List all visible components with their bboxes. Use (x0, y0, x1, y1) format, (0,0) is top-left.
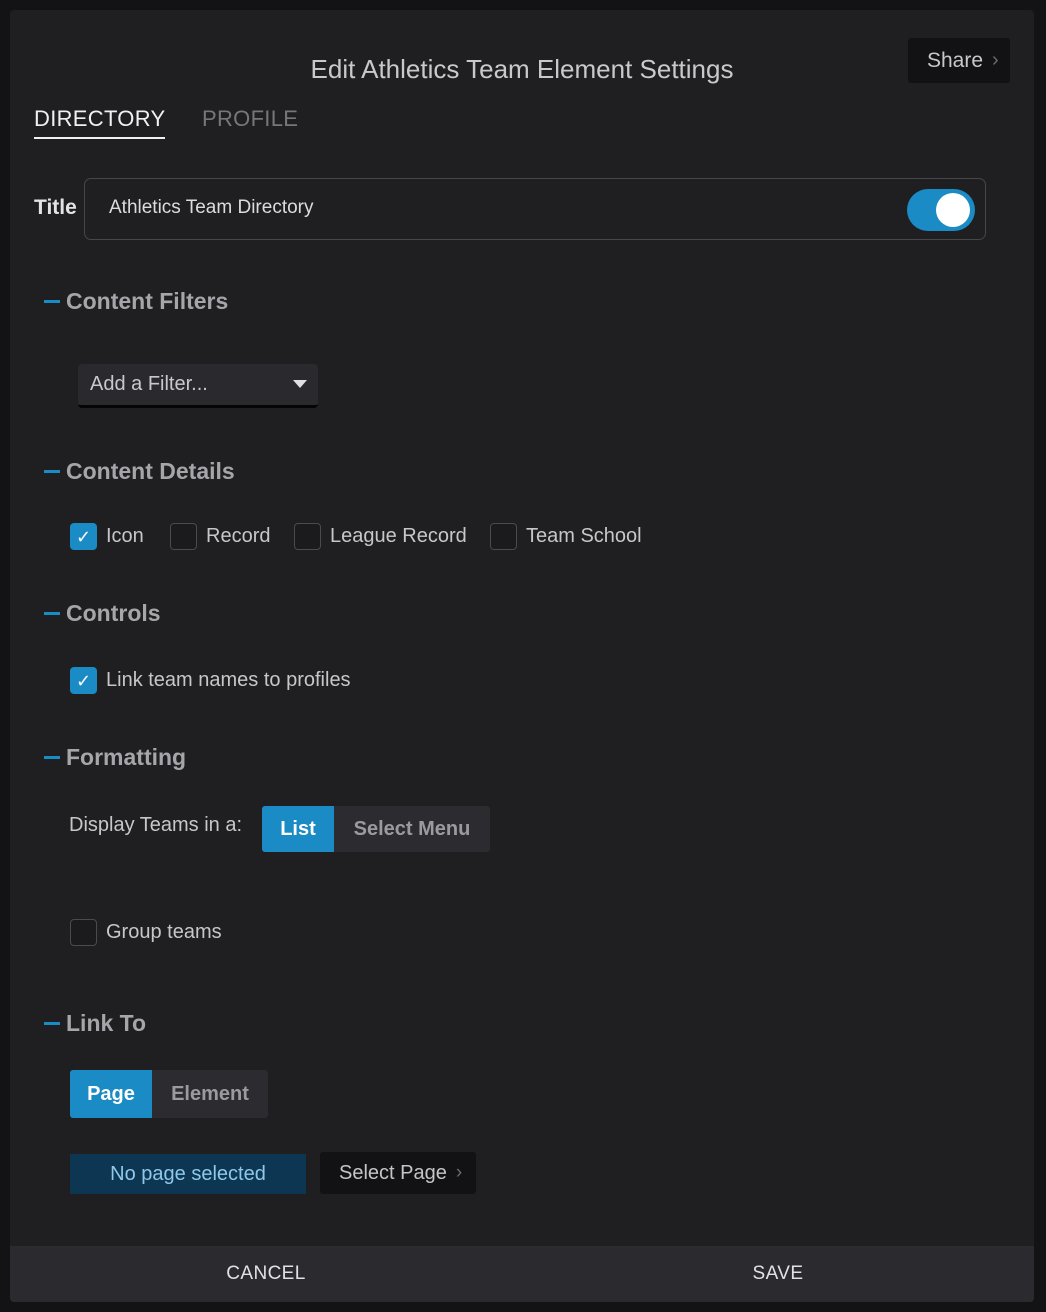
checkbox-label: League Record (330, 525, 467, 547)
share-button-label: Share (927, 48, 984, 72)
display-teams-label: Display Teams in a: (69, 814, 243, 836)
add-filter-dropdown[interactable]: Add a Filter... (78, 364, 318, 408)
section-title: Controls (66, 600, 161, 626)
section-content-filters[interactable]: Content Filters (44, 288, 228, 315)
section-title: Content Details (66, 458, 235, 484)
title-field-container (84, 178, 986, 240)
check-icon: ✓ (75, 526, 92, 547)
link-type-toggle: Page Element (70, 1070, 268, 1118)
chevron-right-icon: › (992, 49, 999, 71)
share-button[interactable]: Share › (908, 38, 1010, 83)
section-link-to[interactable]: Link To (44, 1010, 146, 1037)
checkbox[interactable] (490, 523, 517, 550)
checkbox[interactable]: ✓ (70, 667, 97, 694)
select-page-label: Select Page (339, 1161, 447, 1184)
check-icon: ✓ (75, 670, 92, 691)
checkbox[interactable] (170, 523, 197, 550)
save-button[interactable]: SAVE (522, 1246, 1034, 1302)
select-page-button[interactable]: Select Page › (320, 1152, 476, 1194)
title-field-label: Title (34, 196, 77, 219)
minus-icon (44, 470, 60, 473)
minus-icon (44, 612, 60, 615)
modal-title: Edit Athletics Team Element Settings (310, 54, 734, 84)
section-formatting[interactable]: Formatting (44, 744, 186, 771)
checkbox[interactable] (294, 523, 321, 550)
checkbox[interactable] (70, 919, 97, 946)
checkbox-label: Team School (526, 525, 642, 547)
checkbox-team-school-option[interactable]: Team School (490, 523, 642, 550)
section-controls[interactable]: Controls (44, 600, 161, 627)
caret-down-icon (293, 380, 307, 388)
section-title: Content Filters (66, 288, 229, 314)
no-page-selected-indicator: No page selected (70, 1154, 306, 1194)
section-title: Formatting (66, 744, 187, 770)
minus-icon (44, 756, 60, 759)
add-filter-placeholder: Add a Filter... (90, 373, 208, 395)
title-input[interactable] (109, 197, 869, 219)
toggle-knob (936, 193, 970, 227)
modal-footer: CANCEL SAVE (10, 1246, 1034, 1302)
link-element-button[interactable]: Element (152, 1070, 268, 1118)
display-mode-toggle: List Select Menu (262, 806, 490, 852)
tab-profile[interactable]: PROFILE (202, 106, 298, 132)
checkbox-record-option[interactable]: Record (170, 523, 270, 550)
minus-icon (44, 300, 60, 303)
checkbox-icon-option[interactable]: ✓ Icon (70, 523, 144, 550)
display-list-button[interactable]: List (262, 806, 334, 852)
checkbox-label: Record (206, 525, 271, 547)
checkbox[interactable]: ✓ (70, 523, 97, 550)
section-content-details[interactable]: Content Details (44, 458, 235, 485)
chevron-right-icon: › (455, 1162, 463, 1183)
tab-directory[interactable]: DIRECTORY (34, 106, 166, 139)
minus-icon (44, 1022, 60, 1025)
link-page-button[interactable]: Page (70, 1070, 152, 1118)
cancel-button[interactable]: CANCEL (10, 1246, 522, 1302)
checkbox-link-team-names[interactable]: ✓ Link team names to profiles (70, 667, 351, 694)
checkbox-label: Link team names to profiles (106, 669, 351, 691)
section-title: Link To (66, 1010, 147, 1036)
title-visibility-toggle[interactable] (907, 189, 975, 231)
checkbox-group-teams[interactable]: Group teams (70, 919, 222, 946)
settings-modal: Edit Athletics Team Element Settings Sha… (10, 10, 1034, 1302)
checkbox-label: Icon (106, 525, 144, 547)
display-select-menu-button[interactable]: Select Menu (334, 806, 490, 852)
checkbox-league-record-option[interactable]: League Record (294, 523, 467, 550)
checkbox-label: Group teams (106, 921, 222, 943)
